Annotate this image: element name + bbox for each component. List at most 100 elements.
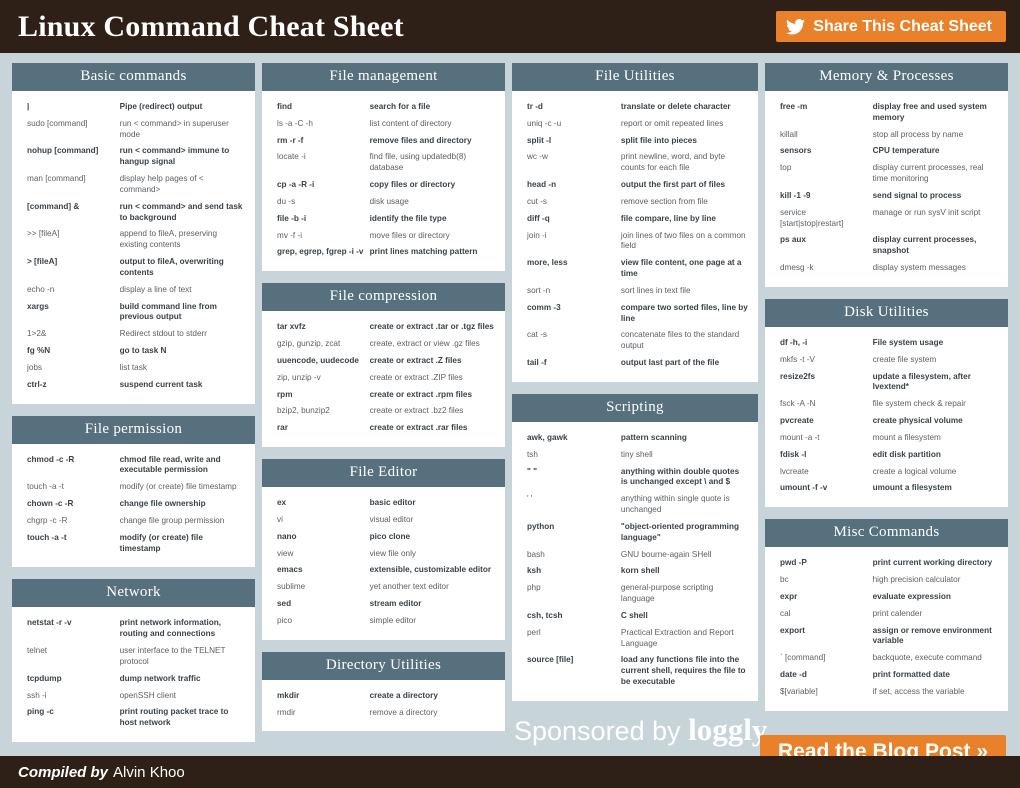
table-row: sublimeyet another text editor — [270, 579, 497, 596]
cheat-sheet-page: Linux Command Cheat Sheet Share This Che… — [0, 0, 1020, 788]
description-cell: concatenate files to the standard output — [619, 327, 750, 355]
command-cell: rmdir — [270, 705, 368, 722]
description-cell: disk usage — [368, 194, 497, 211]
table-row: tr -dtranslate or delete character — [520, 99, 750, 116]
description-cell: print routing packet trace to host netwo… — [118, 704, 247, 732]
command-table: free -mdisplay free and used system memo… — [773, 99, 1000, 277]
command-table: chmod -c -Rchmod file read, write and ex… — [20, 452, 247, 558]
command-cell: csh, tcsh — [520, 608, 619, 625]
card: File Utilitiestr -dtranslate or delete c… — [512, 63, 758, 382]
command-cell: | — [20, 99, 118, 116]
description-cell: basic editor — [368, 495, 497, 512]
table-row: ' 'anything within single quote is uncha… — [520, 491, 750, 519]
command-cell: grep, egrep, fgrep -i -v — [270, 244, 368, 261]
command-table: df -h, -iFile system usagemkfs -t -Vcrea… — [773, 335, 1000, 497]
description-cell: file system check & repair — [871, 396, 1000, 413]
cards-board: Basic commands|Pipe (redirect) outputsud… — [0, 53, 1020, 742]
command-cell: perl — [520, 625, 619, 653]
card-title: File permission — [12, 416, 255, 444]
command-cell: netstat -r -v — [20, 615, 118, 643]
description-cell: load any functions file into the current… — [619, 652, 750, 690]
command-cell: $[variable] — [773, 684, 871, 701]
description-cell: create or extract .Z files — [368, 353, 497, 370]
description-cell: find file, using updatedb(8) database — [368, 149, 497, 177]
description-cell: create physical volume — [871, 413, 1000, 430]
command-cell: view — [270, 546, 368, 563]
table-row: xargsbuild command line from previous ou… — [20, 299, 247, 327]
command-cell: sudo [command] — [20, 116, 118, 144]
table-row: bzip2, bunzip2create or extract .bz2 fil… — [270, 403, 497, 420]
command-cell: bc — [773, 572, 871, 589]
description-cell: File system usage — [871, 335, 1000, 352]
table-row: mkdircreate a directory — [270, 688, 497, 705]
command-cell: file -b -i — [270, 211, 368, 228]
table-row: vivisual editor — [270, 512, 497, 529]
description-cell: Practical Extraction and Report Language — [619, 625, 750, 653]
description-cell: modify (or create) file timestamp — [118, 479, 247, 496]
description-cell: GNU bourne-again SHell — [619, 547, 750, 564]
card: Directory Utilitiesmkdircreate a directo… — [262, 652, 505, 732]
description-cell: split file into pieces — [619, 133, 750, 150]
description-cell: search for a file — [368, 99, 497, 116]
command-cell: ps aux — [773, 232, 871, 260]
description-cell: simple editor — [368, 613, 497, 630]
table-row: fg %Ngo to task N — [20, 343, 247, 360]
table-row: jobslist task — [20, 360, 247, 377]
command-cell: lvcreate — [773, 464, 871, 481]
description-cell: create or extract .rar files — [368, 420, 497, 437]
command-cell: du -s — [270, 194, 368, 211]
table-row: mkfs -t -Vcreate file system — [773, 352, 1000, 369]
table-row: telnetuser interface to the TELNET proto… — [20, 643, 247, 671]
command-cell: resize2fs — [773, 369, 871, 397]
table-row: kshkorn shell — [520, 563, 750, 580]
table-row: ps auxdisplay current processes, snapsho… — [773, 232, 1000, 260]
card: File Editorexbasic editorvivisual editor… — [262, 459, 505, 640]
command-cell: cal — [773, 606, 871, 623]
card-body: netstat -r -vprint network information, … — [12, 607, 255, 742]
command-cell: jobs — [20, 360, 118, 377]
description-cell: stream editor — [368, 596, 497, 613]
card-body: mkdircreate a directoryrmdirremove a dir… — [262, 680, 505, 732]
command-cell: sensors — [773, 143, 871, 160]
table-row: kill -1 -9send signal to process — [773, 188, 1000, 205]
card-title: Basic commands — [12, 63, 255, 91]
command-cell: split -l — [520, 133, 619, 150]
description-cell: output the first part of files — [619, 177, 750, 194]
table-row: ssh -iopenSSH client — [20, 688, 247, 705]
command-cell: df -h, -i — [773, 335, 871, 352]
card-title: File Editor — [262, 459, 505, 487]
table-row: rarcreate or extract .rar files — [270, 420, 497, 437]
table-row: nanopico clone — [270, 529, 497, 546]
description-cell: yet another text editor — [368, 579, 497, 596]
description-cell: file compare, line by line — [619, 211, 750, 228]
card-title: Scripting — [512, 394, 758, 422]
description-cell: create a logical volume — [871, 464, 1000, 481]
sponsor-label: Sponsored by loggly — [514, 712, 767, 748]
table-row: du -sdisk usage — [270, 194, 497, 211]
description-cell: visual editor — [368, 512, 497, 529]
share-cheat-sheet-button[interactable]: Share This Cheat Sheet — [776, 11, 1006, 42]
table-row: split -lsplit file into pieces — [520, 133, 750, 150]
table-row: " "anything within double quotes is unch… — [520, 464, 750, 492]
command-cell: export — [773, 623, 871, 651]
description-cell: display a line of text — [118, 282, 247, 299]
command-cell: sort -n — [520, 283, 619, 300]
table-row: exbasic editor — [270, 495, 497, 512]
command-cell: more, less — [520, 255, 619, 283]
table-row: >> [fileA]append to fileA, preserving ex… — [20, 226, 247, 254]
description-cell: pico clone — [368, 529, 497, 546]
description-cell: print calender — [871, 606, 1000, 623]
table-row: resize2fsupdate a filesystem, after lvex… — [773, 369, 1000, 397]
command-cell: head -n — [520, 177, 619, 194]
card-body: exbasic editorvivisual editornanopico cl… — [262, 487, 505, 640]
table-row: grep, egrep, fgrep -i -vprint lines matc… — [270, 244, 497, 261]
command-table: pwd -Pprint current working directorybch… — [773, 555, 1000, 700]
table-row: killallstop all process by name — [773, 127, 1000, 144]
command-cell: ls -a -C -h — [270, 116, 368, 133]
card-body: findsearch for a filels -a -C -hlist con… — [262, 91, 505, 271]
description-cell: display system messages — [871, 260, 1000, 277]
table-row: fdisk -ledit disk partition — [773, 447, 1000, 464]
card: Basic commands|Pipe (redirect) outputsud… — [12, 63, 255, 404]
table-row: [command] &run < command> and send task … — [20, 199, 247, 227]
command-cell: cut -s — [520, 194, 619, 211]
